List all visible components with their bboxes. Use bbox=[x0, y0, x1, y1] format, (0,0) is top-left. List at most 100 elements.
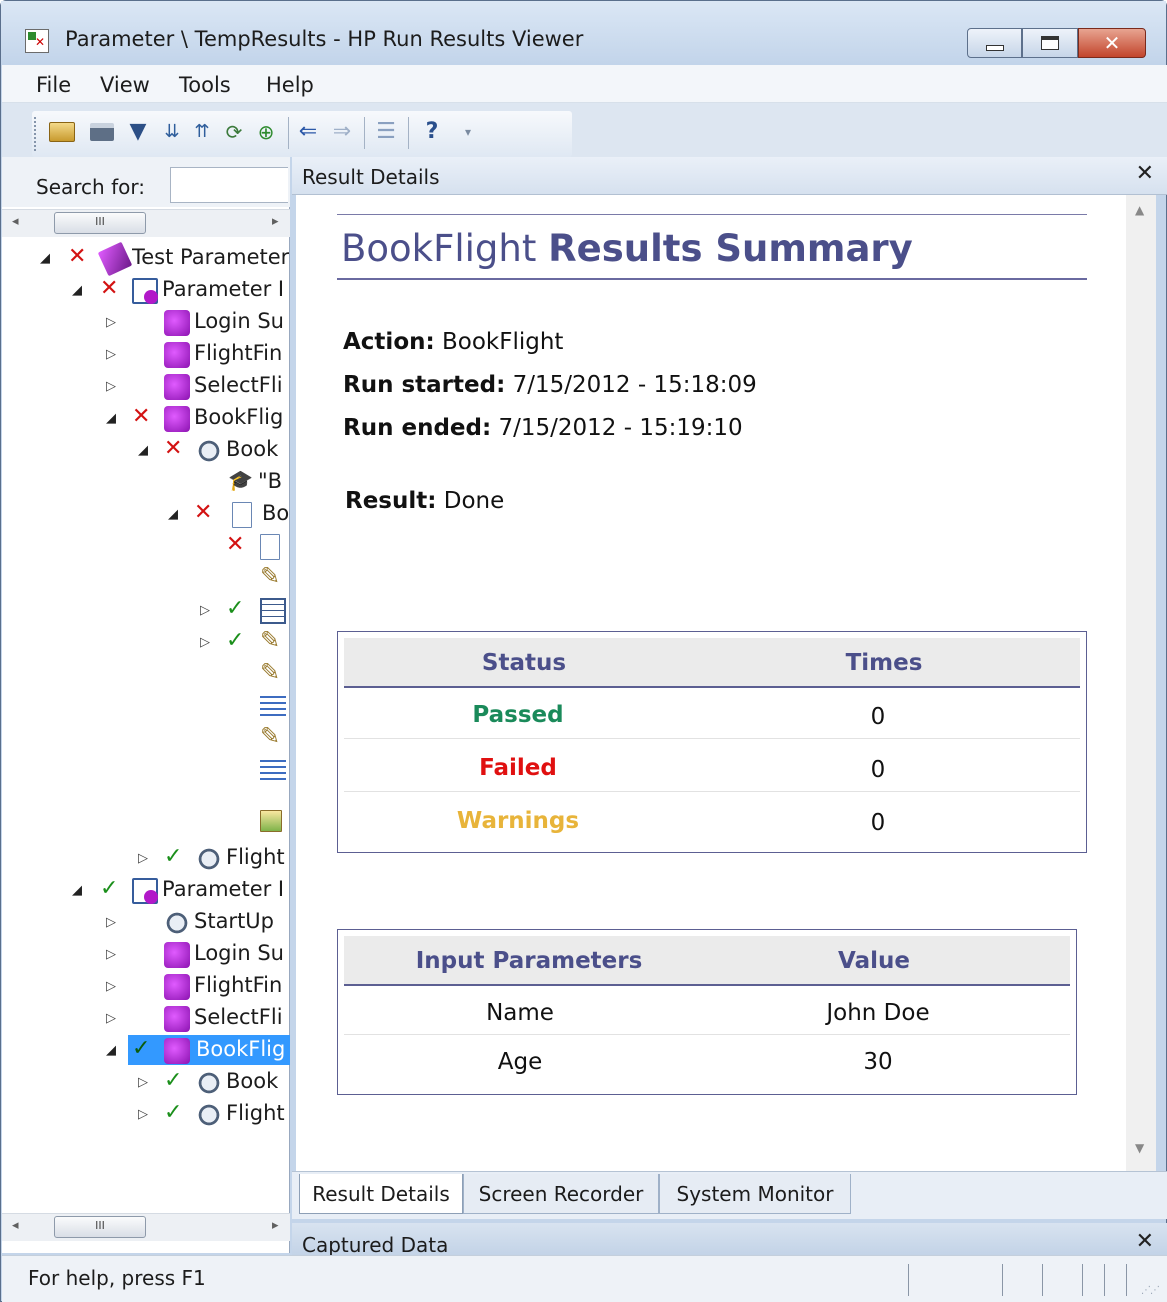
collapsed-twisty-icon[interactable]: ▷ bbox=[138, 1075, 148, 1090]
pencil-icon bbox=[260, 658, 286, 688]
tree-node[interactable] bbox=[2, 755, 290, 787]
status-divider bbox=[1002, 1264, 1003, 1296]
tree-node[interactable]: ▷ ✓ bbox=[2, 595, 290, 627]
tree-node[interactable]: ▷ SelectFli bbox=[2, 371, 290, 403]
tree-node[interactable]: ◢ ✕ Book bbox=[2, 435, 290, 467]
tree-node[interactable]: ▷ FlightFin bbox=[2, 339, 290, 371]
expanded-twisty-icon[interactable]: ◢ bbox=[72, 883, 82, 898]
minimize-button[interactable] bbox=[967, 28, 1022, 58]
tree-node[interactable]: "B bbox=[2, 467, 290, 499]
status-table: Status Times Passed 0 Failed 0 Warnings … bbox=[337, 631, 1087, 853]
expanded-twisty-icon[interactable]: ◢ bbox=[106, 411, 116, 426]
tree-node[interactable]: ▷ ✓ bbox=[2, 626, 290, 659]
open-folder-icon[interactable] bbox=[48, 117, 76, 147]
scroll-right-icon[interactable]: ▸ bbox=[272, 214, 279, 229]
tree-node[interactable]: ◢ ✕ Test Parameter bbox=[2, 241, 290, 277]
menu-tools[interactable]: Tools bbox=[179, 73, 231, 97]
export-icon[interactable]: ⊕ bbox=[252, 117, 280, 147]
parameters-table-header: Input Parameters Value bbox=[344, 936, 1070, 986]
result-value: Done bbox=[443, 488, 505, 514]
forward-arrow-icon[interactable]: ⇒ bbox=[328, 117, 356, 147]
tree-node[interactable] bbox=[2, 722, 290, 755]
collapsed-twisty-icon[interactable]: ▷ bbox=[106, 1011, 116, 1026]
resize-grip-icon[interactable]: ⋰⋰ bbox=[1141, 1285, 1160, 1296]
tree-node[interactable]: ▷ StartUp bbox=[2, 907, 290, 939]
collapsed-twisty-icon[interactable]: ▷ bbox=[138, 1107, 148, 1122]
tree-node[interactable] bbox=[2, 562, 290, 595]
test-icon bbox=[97, 241, 133, 277]
collapsed-twisty-icon[interactable]: ▷ bbox=[106, 979, 116, 994]
tree-node-label: Parameter I bbox=[162, 277, 285, 301]
expanded-twisty-icon[interactable]: ◢ bbox=[138, 443, 148, 458]
menu-help[interactable]: Help bbox=[266, 73, 314, 97]
tree-node[interactable]: ◢ ✓ BookFlig bbox=[2, 1035, 290, 1067]
tree-node[interactable] bbox=[2, 807, 290, 839]
tab-result-details[interactable]: Result Details bbox=[299, 1174, 463, 1214]
print-icon[interactable] bbox=[88, 117, 116, 147]
filter-icon[interactable]: ▼ bbox=[124, 117, 152, 147]
toolbar: ▼ ⇊ ⇈ ⟳ ⊕ ⇐ ⇒ ☰ ? ▾ bbox=[2, 103, 1167, 157]
tree-node[interactable]: ◢ ✕ BookFlig bbox=[2, 403, 290, 435]
expanded-twisty-icon[interactable]: ◢ bbox=[106, 1043, 116, 1058]
expanded-twisty-icon[interactable]: ◢ bbox=[168, 507, 178, 522]
tree-node[interactable]: ▷ ✓ Flight bbox=[2, 843, 290, 875]
tree-node[interactable]: ▷ Login Su bbox=[2, 307, 290, 339]
tree-node[interactable] bbox=[2, 691, 290, 723]
tree-node[interactable]: ◢ ✓ Parameter I bbox=[2, 875, 290, 907]
tree-node[interactable]: ▷ ✓ Book bbox=[2, 1067, 290, 1099]
close-icon[interactable]: ✕ bbox=[1136, 1229, 1154, 1254]
tree-node[interactable]: ▷ Login Su bbox=[2, 939, 290, 971]
close-window-button[interactable]: ✕ bbox=[1078, 28, 1146, 58]
search-input[interactable] bbox=[170, 167, 288, 203]
list-view-icon[interactable]: ☰ bbox=[372, 117, 400, 147]
tab-system-monitor[interactable]: System Monitor bbox=[659, 1174, 851, 1214]
collapsed-twisty-icon[interactable]: ▷ bbox=[200, 603, 210, 618]
tree-node[interactable]: ◢ ✕ Parameter I bbox=[2, 275, 290, 307]
collapsed-twisty-icon[interactable]: ▷ bbox=[106, 347, 116, 362]
expanded-twisty-icon[interactable]: ◢ bbox=[72, 283, 82, 298]
scroll-up-icon[interactable]: ▲ bbox=[1135, 203, 1144, 217]
test-tree-pane: Search for: ◂ III ▸ ◢ ✕ Test Parameter ◢ ✕ Pa… bbox=[2, 157, 290, 1253]
menu-view[interactable]: View bbox=[100, 73, 150, 97]
scroll-left-icon[interactable]: ◂ bbox=[12, 1218, 19, 1233]
maximize-button[interactable] bbox=[1022, 28, 1078, 58]
refresh-icon[interactable]: ⟳ bbox=[220, 117, 248, 147]
expanded-twisty-icon[interactable]: ◢ bbox=[40, 251, 50, 266]
scroll-thumb[interactable]: III bbox=[54, 1216, 146, 1238]
scroll-down-icon[interactable]: ▼ bbox=[1135, 1141, 1144, 1155]
scroll-thumb[interactable]: III bbox=[54, 212, 146, 234]
tab-screen-recorder[interactable]: Screen Recorder bbox=[463, 1174, 659, 1214]
collapsed-twisty-icon[interactable]: ▷ bbox=[200, 635, 210, 650]
collapse-all-icon[interactable]: ⇈ bbox=[188, 117, 216, 147]
menu-file[interactable]: File bbox=[36, 73, 71, 97]
warnings-times: 0 bbox=[870, 810, 886, 836]
tree-node[interactable]: ▷ ✓ Flight bbox=[2, 1099, 290, 1131]
scroll-left-icon[interactable]: ◂ bbox=[12, 214, 19, 229]
scroll-right-icon[interactable]: ▸ bbox=[272, 1218, 279, 1233]
action-icon bbox=[164, 1038, 190, 1064]
tree-node[interactable] bbox=[2, 658, 290, 691]
tree-node[interactable]: ◢ ✕ Bo bbox=[2, 499, 290, 531]
status-passed: Passed bbox=[472, 702, 564, 728]
tree-node[interactable]: ▷ FlightFin bbox=[2, 971, 290, 1003]
tree-node-label: Flight bbox=[226, 1101, 285, 1125]
collapsed-twisty-icon[interactable]: ▷ bbox=[106, 915, 116, 930]
tree-horizontal-scrollbar-bottom[interactable]: ◂ III ▸ bbox=[2, 1213, 290, 1241]
collapsed-twisty-icon[interactable]: ▷ bbox=[106, 315, 116, 330]
collapsed-twisty-icon[interactable]: ▷ bbox=[106, 379, 116, 394]
expand-all-icon[interactable]: ⇊ bbox=[158, 117, 186, 147]
help-icon[interactable]: ? bbox=[418, 117, 446, 147]
step-icon bbox=[164, 910, 190, 936]
details-vertical-scrollbar[interactable]: ▲ ▼ bbox=[1126, 195, 1156, 1171]
back-arrow-icon[interactable]: ⇐ bbox=[294, 117, 322, 147]
collapsed-twisty-icon[interactable]: ▷ bbox=[138, 851, 148, 866]
collapsed-twisty-icon[interactable]: ▷ bbox=[106, 947, 116, 962]
close-icon[interactable]: ✕ bbox=[1136, 161, 1154, 186]
iteration-icon bbox=[132, 878, 158, 904]
status-warnings: Warnings bbox=[456, 808, 580, 834]
tree-horizontal-scrollbar[interactable]: ◂ III ▸ bbox=[2, 209, 290, 237]
toolbar-grip[interactable] bbox=[34, 117, 38, 151]
tree-node[interactable]: ▷ SelectFli bbox=[2, 1003, 290, 1035]
tree-node[interactable]: ✕ bbox=[2, 531, 290, 563]
toolbar-overflow-icon[interactable]: ▾ bbox=[454, 117, 482, 147]
